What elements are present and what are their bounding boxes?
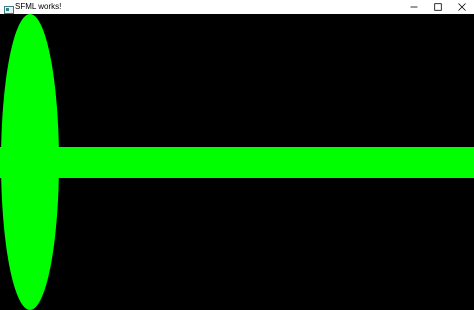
title-bar[interactable]: SFML works! <box>0 0 474 14</box>
green-bar <box>0 147 474 178</box>
render-viewport[interactable] <box>0 14 474 310</box>
window-controls <box>402 0 474 14</box>
maximize-button[interactable] <box>426 0 450 14</box>
minimize-icon <box>410 3 418 11</box>
close-icon <box>458 3 466 11</box>
maximize-icon <box>434 3 442 11</box>
green-ellipse <box>1 14 59 310</box>
render-canvas <box>0 14 474 310</box>
app-window: SFML works! <box>0 0 474 310</box>
window-title: SFML works! <box>15 2 62 11</box>
app-icon <box>4 2 14 14</box>
minimize-button[interactable] <box>402 0 426 14</box>
close-button[interactable] <box>450 0 474 14</box>
